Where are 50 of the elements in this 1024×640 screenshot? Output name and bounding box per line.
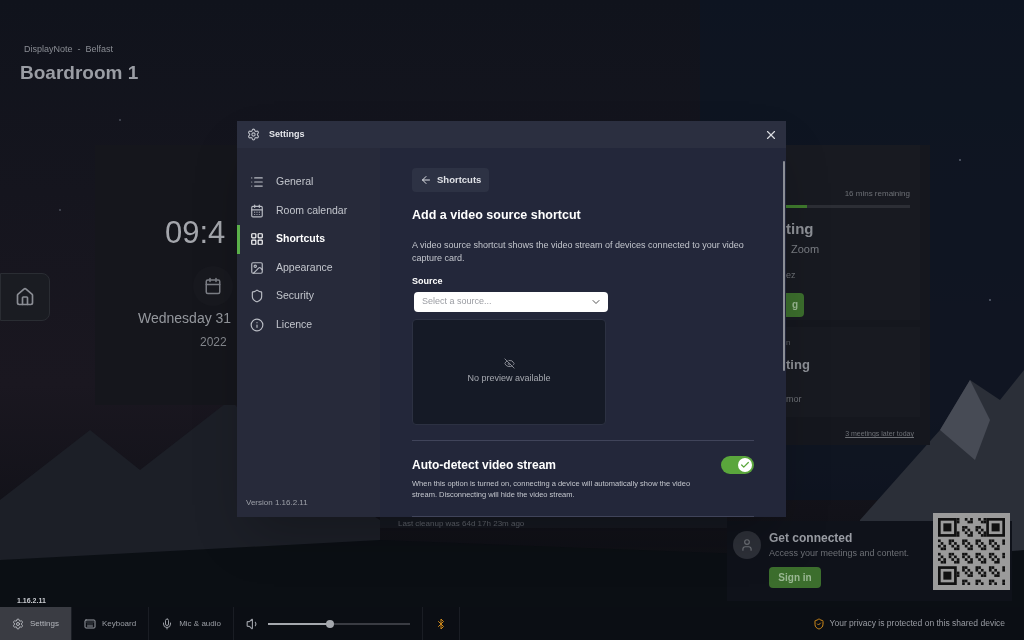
eye-off-icon — [503, 358, 515, 370]
organization-label: DisplayNote - Belfast — [24, 43, 115, 56]
dialog-title: Settings — [269, 127, 305, 141]
check-icon — [740, 460, 750, 470]
home-button[interactable] — [0, 273, 50, 321]
meeting-organizer: ez — [786, 269, 797, 282]
dialog-version: Version 1.16.2.11 — [245, 497, 309, 509]
section-heading: Add a video source shortcut — [412, 206, 582, 224]
time-remaining: 16 mins remaining — [844, 188, 910, 200]
image-icon — [250, 260, 264, 275]
taskbar-item[interactable]: Keyboard — [71, 607, 150, 640]
nav-item[interactable]: Licence — [237, 310, 380, 339]
taskbar-item[interactable]: Mic & audio — [149, 607, 234, 640]
nav-item[interactable]: General — [237, 168, 380, 197]
calendar-icon — [204, 277, 222, 295]
meeting-title: ting — [786, 219, 815, 239]
calendar-icon — [250, 203, 264, 218]
meeting-platform: Zoom — [791, 241, 821, 257]
avatar-icon — [733, 531, 761, 559]
info-icon — [250, 317, 264, 332]
back-button[interactable]: Shortcuts — [412, 168, 490, 192]
shield-check-icon — [812, 617, 825, 630]
privacy-notice: Your privacy is protected on this shared device — [829, 617, 1005, 630]
year-label: 2022 — [200, 334, 227, 351]
home-icon — [15, 287, 35, 307]
source-label: Source — [412, 274, 444, 288]
nav-item[interactable]: Appearance — [237, 253, 380, 282]
toggle-switch[interactable] — [721, 456, 754, 474]
connect-title: Get connected — [769, 530, 854, 547]
nav-item[interactable]: Room calendar — [237, 196, 380, 225]
meeting-organizer: mor — [786, 392, 803, 406]
nav-item[interactable]: Security — [237, 282, 380, 311]
keyboard-icon — [83, 617, 96, 630]
taskbar-item[interactable]: Settings — [0, 607, 72, 640]
date-label: Wednesday 31 — [138, 309, 232, 328]
option-title: Auto-detect video stream — [412, 457, 557, 474]
clock-time: 09:4 — [165, 217, 226, 248]
settings-icon — [12, 617, 24, 630]
microphone-icon — [161, 617, 174, 630]
preview-message: No preview available — [467, 372, 551, 386]
list-icon — [250, 175, 264, 190]
arrow-left-icon — [420, 173, 432, 186]
volume-slider[interactable] — [267, 622, 410, 625]
section-description: A video source shortcut shows the video stream of devices connected to your video capture card. — [412, 238, 745, 265]
meeting-title: ting — [786, 356, 811, 374]
room-title: Boardroom 1 — [20, 60, 140, 85]
settings-icon — [247, 128, 260, 141]
connect-description: Access your meetings and content. — [769, 547, 910, 560]
grid-icon — [250, 232, 264, 247]
shield-icon — [250, 289, 264, 304]
